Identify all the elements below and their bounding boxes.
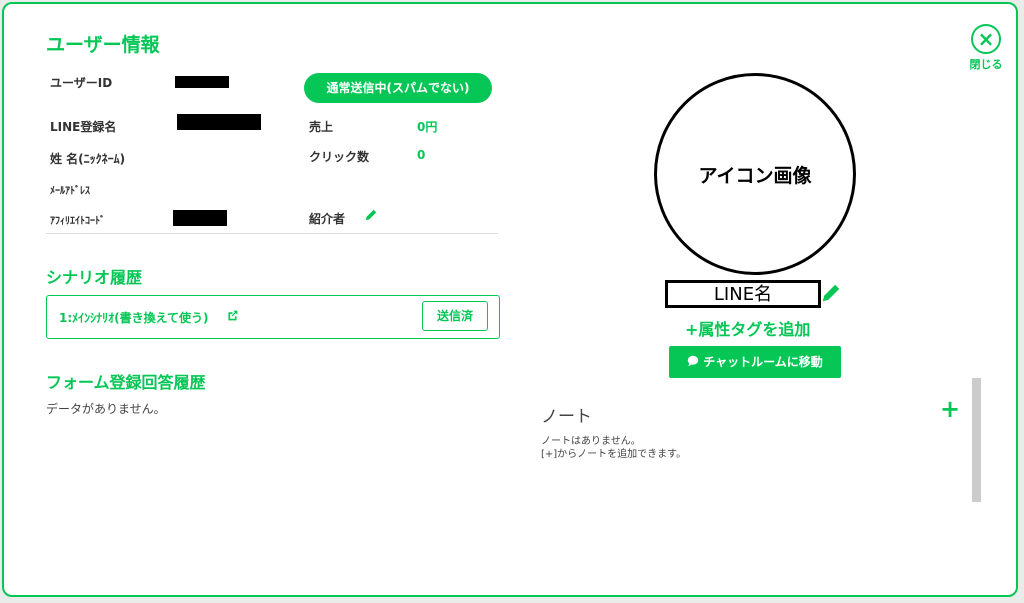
- sent-button[interactable]: 送信済: [422, 301, 488, 331]
- close-icon: ×: [971, 24, 1001, 54]
- edit-referrer-icon[interactable]: [364, 207, 378, 226]
- affiliate-code-value-redacted: [173, 210, 227, 226]
- scenario-item-label[interactable]: 1:ﾒｲﾝｼﾅﾘｵ(書き換えて使う): [59, 309, 209, 326]
- form-history-empty: データがありません。: [46, 402, 166, 416]
- clicks-value: 0: [417, 148, 426, 162]
- form-history-heading: フォーム登録回答履歴: [46, 373, 206, 392]
- line-name-value-redacted: [177, 114, 261, 130]
- chat-room-label: チャットルームに移動: [703, 355, 823, 369]
- sales-label: 売上: [309, 120, 334, 134]
- add-tag-link[interactable]: +属性タグを追加: [685, 316, 810, 340]
- add-tag-label: 属性タグを追加: [698, 320, 811, 339]
- line-name-label: LINE登録名: [50, 120, 117, 134]
- chat-bubble-icon: [687, 347, 699, 379]
- profile-icon-placeholder: アイコン画像: [654, 73, 856, 275]
- notes-scrollbar[interactable]: [972, 378, 981, 502]
- user-id-label: ユーザーID: [50, 76, 113, 90]
- email-label: ﾒｰﾙｱﾄﾞﾚｽ: [50, 186, 90, 197]
- scenario-history-heading: シナリオ履歴: [46, 268, 143, 287]
- external-link-icon[interactable]: [226, 307, 239, 326]
- scenario-item: 1:ﾒｲﾝｼﾅﾘｵ(書き換えて使う) 送信済: [46, 295, 500, 339]
- notes-empty-line2: [+]からノートを追加できます。: [541, 449, 687, 460]
- affiliate-code-label: ｱﾌｨﾘｴｲﾄｺｰﾄﾞ: [50, 216, 105, 227]
- referrer-label: 紹介者: [309, 212, 346, 226]
- chat-room-button[interactable]: チャットルームに移動: [669, 346, 841, 378]
- plus-icon: +: [685, 320, 699, 339]
- user-id-value-redacted: [175, 76, 229, 88]
- notes-empty-text: ノートはありません。 [+]からノートを追加できます。: [541, 435, 686, 461]
- notes-title: ノート: [541, 407, 592, 427]
- notes-empty-line1: ノートはありません。: [541, 436, 641, 447]
- close-button[interactable]: × 閉じる: [962, 24, 1010, 72]
- close-label: 閉じる: [969, 58, 1003, 71]
- user-info-modal: ユーザー情報 × 閉じる ユーザーID LINE登録名 姓 名(ﾆｯｸﾈｰﾑ) …: [2, 2, 1018, 597]
- name-label: 姓 名(ﾆｯｸﾈｰﾑ): [50, 152, 126, 166]
- edit-name-icon[interactable]: [820, 282, 842, 308]
- info-divider: [46, 233, 498, 234]
- delivery-status-button[interactable]: 通常送信中(スパムでない): [304, 73, 492, 103]
- page-title: ユーザー情報: [46, 34, 160, 56]
- sales-value: 0円: [417, 120, 438, 134]
- line-display-name: LINE名: [665, 280, 821, 308]
- add-note-icon[interactable]: +: [940, 397, 960, 421]
- clicks-label: クリック数: [309, 150, 370, 164]
